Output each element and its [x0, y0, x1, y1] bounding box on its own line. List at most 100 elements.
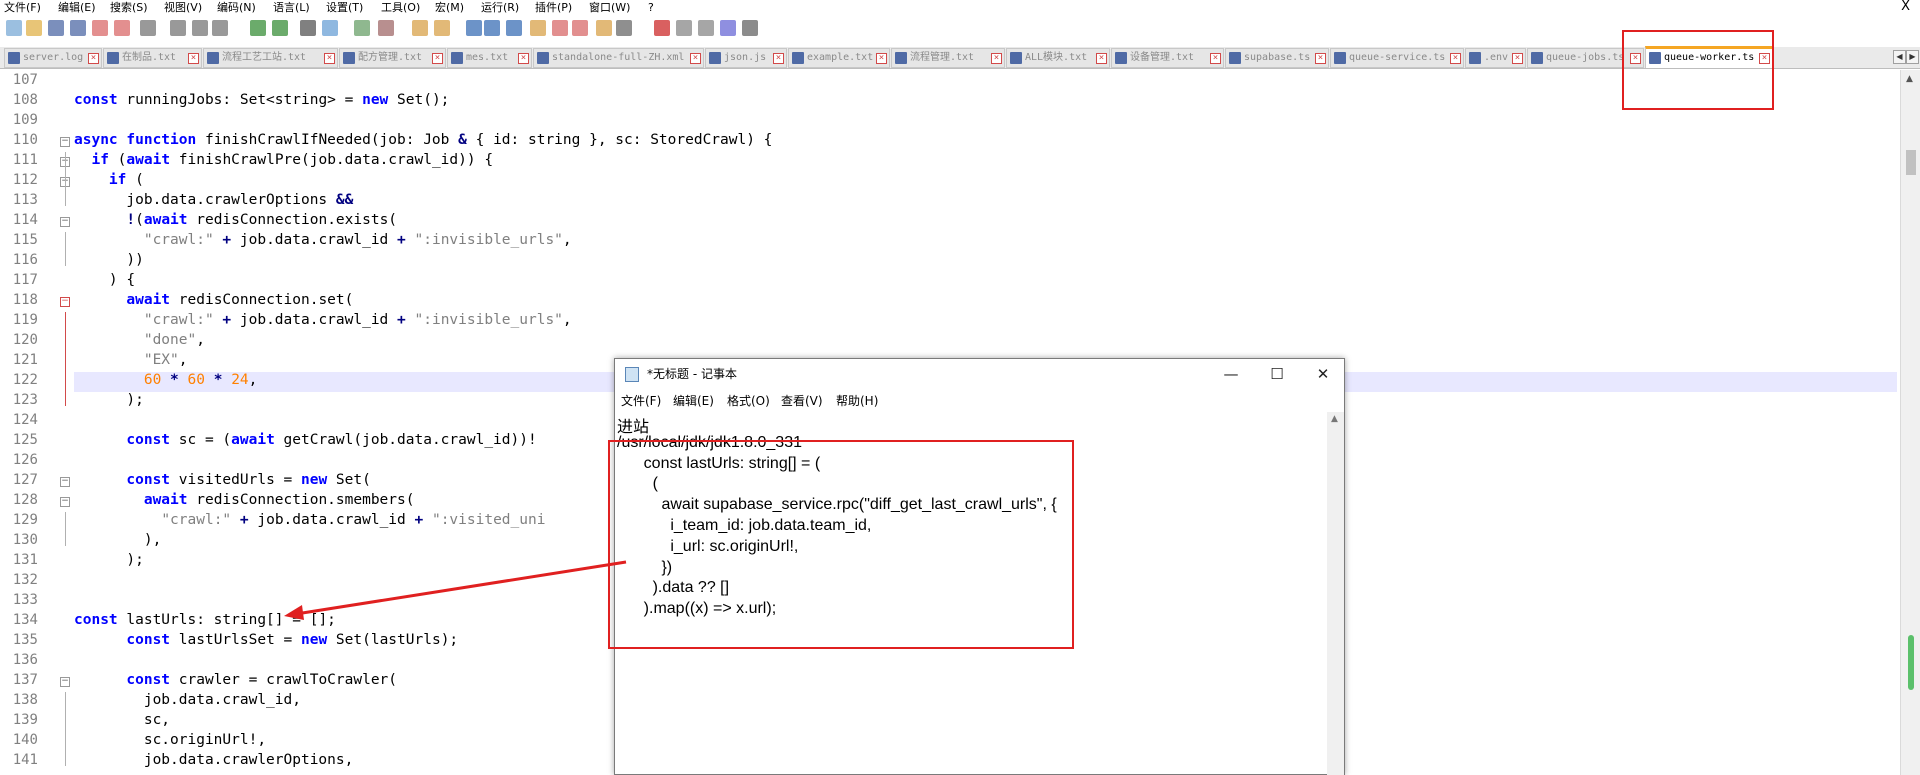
open-file-icon[interactable] — [26, 20, 42, 36]
scroll-up-arrow-icon[interactable]: ▲ — [1906, 74, 1913, 84]
doc-map-icon[interactable] — [552, 20, 568, 36]
notepad-window[interactable]: *无标题 - 记事本 — ☐ ✕ 文件(F) 编辑(E) 格式(O) 查看(V) 帮助(… — [614, 358, 1345, 775]
notepad-title-bar[interactable]: *无标题 - 记事本 — ☐ ✕ — [615, 359, 1344, 390]
notepad-menu-item[interactable]: 编辑(E) — [673, 390, 714, 412]
tab-12[interactable]: queue-service.ts × — [1330, 48, 1464, 68]
sync-h-icon[interactable] — [434, 20, 450, 36]
fold-marker-icon[interactable]: − — [60, 297, 70, 307]
fold-marker-icon[interactable]: − — [60, 477, 70, 487]
tab-close-icon[interactable]: × — [1096, 53, 1107, 64]
fold-marker-icon[interactable]: − — [60, 497, 70, 507]
redo-icon[interactable] — [272, 20, 288, 36]
menu-item[interactable]: ? — [648, 0, 654, 15]
zoom-out-icon[interactable] — [378, 20, 394, 36]
tab-close-icon[interactable]: × — [1512, 53, 1523, 64]
indent-guide-icon[interactable] — [506, 20, 522, 36]
menu-item[interactable]: 插件(P) — [535, 0, 572, 15]
tab-close-icon[interactable]: × — [1630, 53, 1641, 64]
tab-9[interactable]: ALL模块.txt × — [1006, 48, 1110, 68]
tab-close-icon[interactable]: × — [690, 53, 701, 64]
tab-close-icon[interactable]: × — [876, 53, 887, 64]
tab-15[interactable]: queue-worker.ts × — [1645, 46, 1773, 68]
maximize-button[interactable]: ☐ — [1254, 359, 1300, 390]
tab-11[interactable]: supabase.ts × — [1225, 48, 1329, 68]
tab-close-icon[interactable]: × — [1315, 53, 1326, 64]
tab-14[interactable]: queue-jobs.ts × — [1527, 48, 1644, 68]
scrollbar-thumb[interactable] — [1906, 150, 1916, 175]
tab-close-icon[interactable]: × — [188, 53, 199, 64]
copy-icon[interactable] — [192, 20, 208, 36]
tab-close-icon[interactable]: × — [1759, 53, 1770, 64]
fold-marker-icon[interactable]: − — [60, 217, 70, 227]
tab-close-icon[interactable]: × — [773, 53, 784, 64]
notepad-close-button[interactable]: ✕ — [1300, 359, 1346, 390]
tab-5[interactable]: standalone-full-ZH.xml × — [533, 48, 704, 68]
menu-item[interactable]: 编辑(E) — [58, 0, 96, 15]
menu-item[interactable]: 窗口(W) — [589, 0, 630, 15]
new-file-icon[interactable] — [6, 20, 22, 36]
notepad-menu-item[interactable]: 帮助(H) — [836, 390, 878, 412]
menu-item[interactable]: 运行(R) — [481, 0, 519, 15]
fold-marker-icon[interactable]: − — [60, 137, 70, 147]
all-chars-icon[interactable] — [484, 20, 500, 36]
paste-icon[interactable] — [212, 20, 228, 36]
tab-close-icon[interactable]: × — [88, 53, 99, 64]
menu-item[interactable]: 语言(L) — [273, 0, 310, 15]
menu-item[interactable]: 视图(V) — [164, 0, 202, 15]
replace-icon[interactable] — [322, 20, 338, 36]
func-list-icon[interactable] — [572, 20, 588, 36]
save-all-icon[interactable] — [70, 20, 86, 36]
tab-scroll-right-button[interactable]: ▶ — [1906, 50, 1919, 64]
tab-7[interactable]: example.txt × — [788, 48, 890, 68]
monitor-icon[interactable] — [616, 20, 632, 36]
notepad-menu-item[interactable]: 查看(V) — [781, 390, 823, 412]
menu-item[interactable]: 设置(T) — [326, 0, 363, 15]
close-icon[interactable] — [92, 20, 108, 36]
tab-1[interactable]: 在制品.txt × — [103, 48, 202, 68]
notepad-scroll-up-icon[interactable]: ▲ — [1331, 414, 1338, 424]
tab-close-icon[interactable]: × — [991, 53, 1002, 64]
notepad-menu-item[interactable]: 文件(F) — [621, 390, 661, 412]
menu-item[interactable]: 文件(F) — [4, 0, 41, 15]
tab-scroll-left-button[interactable]: ◀ — [1893, 50, 1906, 64]
app-close-button[interactable]: X — [1901, 0, 1910, 14]
folder-icon[interactable] — [596, 20, 612, 36]
notepad-vertical-scrollbar[interactable]: ▲ — [1327, 412, 1344, 775]
menu-item[interactable]: 搜索(S) — [110, 0, 148, 15]
tab-close-icon[interactable]: × — [432, 53, 443, 64]
menu-item[interactable]: 宏(M) — [435, 0, 464, 15]
tab-close-icon[interactable]: × — [518, 53, 529, 64]
tab-close-icon[interactable]: × — [1450, 53, 1461, 64]
minimize-button[interactable]: — — [1208, 359, 1254, 390]
save-macro-icon[interactable] — [742, 20, 758, 36]
tab-close-icon[interactable]: × — [1210, 53, 1221, 64]
tab-10[interactable]: 设备管理.txt × — [1111, 48, 1224, 68]
sync-v-icon[interactable] — [412, 20, 428, 36]
tab-13[interactable]: .env × — [1465, 48, 1526, 68]
wrap-icon[interactable] — [466, 20, 482, 36]
play-icon[interactable] — [698, 20, 714, 36]
zoom-in-icon[interactable] — [354, 20, 370, 36]
lang-icon[interactable] — [530, 20, 546, 36]
find-icon[interactable] — [300, 20, 316, 36]
tab-2[interactable]: 流程工艺工站.txt × — [203, 48, 338, 68]
cut-icon[interactable] — [170, 20, 186, 36]
play-multi-icon[interactable] — [720, 20, 736, 36]
tab-4[interactable]: mes.txt × — [447, 48, 532, 68]
tab-6[interactable]: json.js × — [705, 48, 787, 68]
stop-icon[interactable] — [676, 20, 692, 36]
notepad-menu-item[interactable]: 格式(O) — [727, 390, 770, 412]
menu-item[interactable]: 工具(O) — [381, 0, 420, 15]
undo-icon[interactable] — [250, 20, 266, 36]
editor-vertical-scrollbar[interactable]: ▲ — [1900, 70, 1920, 775]
tab-close-icon[interactable]: × — [324, 53, 335, 64]
tab-3[interactable]: 配方管理.txt × — [339, 48, 446, 68]
notepad-text-area[interactable]: 进站/usr/local/jdk/jdk1.8.0_331 const last… — [615, 412, 1329, 775]
print-icon[interactable] — [140, 20, 156, 36]
tab-0[interactable]: server.log × — [4, 48, 102, 68]
tab-8[interactable]: 流程管理.txt × — [891, 48, 1005, 68]
fold-marker-icon[interactable]: − — [60, 677, 70, 687]
save-icon[interactable] — [48, 20, 64, 36]
record-icon[interactable] — [654, 20, 670, 36]
close-all-icon[interactable] — [114, 20, 130, 36]
